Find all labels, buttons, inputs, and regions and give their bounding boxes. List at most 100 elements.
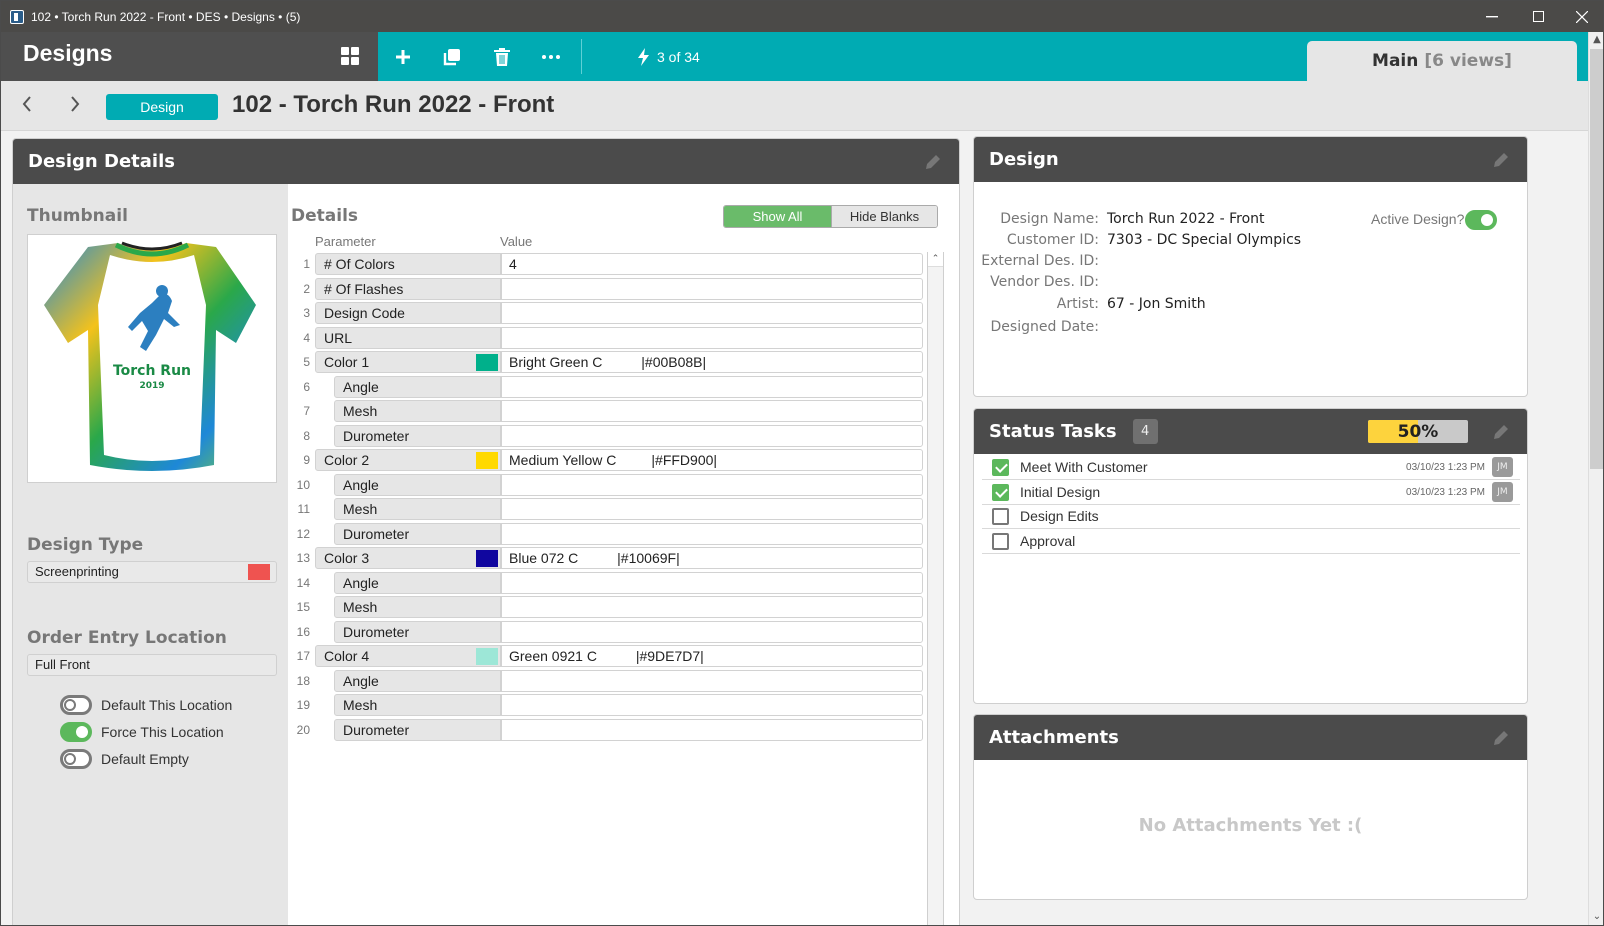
close-button[interactable] (1559, 1, 1603, 32)
design-field: Customer ID: 7303 - DC Special Olympics (974, 232, 1524, 252)
parameter-cell: Angle (334, 571, 501, 594)
value-cell[interactable]: Green 0921 C |#9DE7D7| (501, 645, 923, 667)
value-cell[interactable] (501, 571, 923, 594)
chevron-left-icon (22, 96, 31, 112)
maximize-button[interactable] (1515, 1, 1561, 32)
field-value[interactable]: 7303 - DC Special Olympics (1107, 232, 1301, 248)
panel-title: Design (989, 149, 1059, 170)
value-cell[interactable]: Medium Yellow C |#FFD900| (501, 449, 923, 471)
color-swatch (476, 550, 498, 567)
row-number: 6 (303, 379, 310, 394)
add-icon (396, 49, 410, 64)
table-row: 10 Angle (291, 473, 923, 498)
record-type-tag[interactable]: Design (106, 94, 218, 120)
app-logo-icon (10, 9, 24, 24)
value-cell[interactable] (501, 473, 923, 496)
user-avatar[interactable]: JM (1492, 457, 1513, 477)
value-cell[interactable] (501, 596, 923, 618)
parameter-cell: Color 4 (315, 645, 501, 667)
value-cell[interactable]: Bright Green C |#00B08B| (501, 351, 923, 373)
value-cell[interactable] (501, 277, 923, 300)
parameter-label: Durometer (343, 623, 410, 640)
module-title: Designs (23, 40, 113, 66)
force-this-location-label: Force This Location (101, 724, 224, 740)
value-cell[interactable] (501, 498, 923, 520)
task-checkbox[interactable] (992, 459, 1009, 476)
value-cell[interactable] (501, 620, 923, 643)
scrollbar-thumb[interactable] (1590, 49, 1603, 469)
value-cell[interactable]: Blue 072 C |#10069F| (501, 547, 923, 569)
show-all-button[interactable]: Show All (724, 206, 831, 227)
edit-pencil-icon[interactable] (1491, 422, 1511, 442)
table-row: 9 Color 2 Medium Yellow C |#FFD900| (291, 448, 923, 473)
user-avatar[interactable]: JM (1492, 481, 1513, 502)
scroll-up-icon[interactable]: ▲ (1589, 32, 1603, 48)
forward-button[interactable] (65, 93, 85, 118)
value-cell[interactable] (501, 718, 923, 741)
window-title: 102 • Torch Run 2022 - Front • DES • Des… (31, 9, 301, 24)
parameter-label: Mesh (343, 501, 378, 517)
table-row: 14 Angle (291, 571, 923, 596)
more-options-button[interactable] (531, 32, 571, 81)
value-cell[interactable] (501, 669, 923, 692)
hide-blanks-button[interactable]: Hide Blanks (831, 206, 937, 227)
field-value[interactable]: Torch Run 2022 - Front (1107, 211, 1265, 227)
table-row: 7 Mesh (291, 399, 923, 424)
active-design-toggle[interactable] (1465, 210, 1497, 230)
row-number: 3 (303, 306, 310, 320)
task-timestamp: 03/10/23 1:23 PM (1406, 462, 1485, 473)
grid-view-button[interactable] (341, 47, 359, 65)
order-entry-location-value: Full Front (35, 657, 90, 672)
value-cell[interactable] (501, 522, 923, 545)
parameter-label: Angle (343, 378, 379, 395)
task-checkbox[interactable] (992, 483, 1009, 501)
minimize-button[interactable] (1469, 1, 1515, 32)
scroll-down-icon[interactable]: ⌄ (1589, 909, 1603, 925)
parameter-cell: # Of Flashes (315, 277, 501, 300)
order-entry-location-field[interactable]: Full Front (27, 654, 277, 676)
back-button[interactable] (17, 93, 37, 118)
value-cell[interactable] (501, 694, 923, 716)
force-this-location-toggle[interactable] (60, 722, 92, 742)
details-scrollbar[interactable]: ⌃ (927, 252, 944, 925)
thumbnail-image[interactable]: Torch Run 2019 (27, 234, 277, 483)
field-value[interactable]: 67 - Jon Smith (1107, 296, 1206, 312)
page-scrollbar[interactable]: ▲ ⌄ (1588, 32, 1603, 925)
view-tab-main[interactable]: Main [6 views] (1307, 41, 1577, 81)
row-number: 17 (296, 649, 310, 663)
table-row: 12 Durometer (291, 522, 923, 547)
details-label: Details (291, 206, 359, 226)
value-cell[interactable] (501, 326, 923, 349)
field-label: Vendor Des. ID: (990, 274, 1099, 290)
default-empty-toggle[interactable] (60, 749, 92, 769)
table-row: 4 URL (291, 326, 923, 351)
value-cell[interactable] (501, 424, 923, 447)
value-cell[interactable] (501, 302, 923, 324)
value-cell[interactable] (501, 400, 923, 422)
grid-icon-cell (351, 47, 359, 55)
task-checkbox[interactable] (992, 532, 1009, 550)
edit-pencil-icon[interactable] (1491, 150, 1511, 170)
edit-pencil-icon[interactable] (923, 152, 943, 172)
toggle-knob (1481, 214, 1493, 226)
design-field: External Des. ID: (974, 253, 1524, 273)
add-button[interactable] (383, 32, 423, 81)
task-label: Meet With Customer (1020, 459, 1148, 475)
parameter-cell: Color 2 (315, 449, 501, 471)
edit-pencil-icon[interactable] (1491, 728, 1511, 748)
value-cell[interactable]: 4 (501, 253, 923, 275)
value-cell[interactable] (501, 375, 923, 398)
parameter-cell: Color 1 (315, 351, 501, 373)
grid-icon-cell (351, 57, 359, 65)
toolbar-divider (581, 39, 582, 74)
row-number: 2 (303, 281, 310, 296)
record-navigator[interactable]: 3 of 34 (638, 32, 700, 81)
close-icon (1576, 10, 1588, 23)
delete-button[interactable] (482, 32, 522, 81)
default-this-location-toggle[interactable] (60, 695, 92, 715)
task-checkbox[interactable] (992, 508, 1009, 525)
design-type-field[interactable]: Screenprinting (27, 561, 277, 583)
scroll-up-icon[interactable]: ⌃ (928, 252, 943, 267)
duplicate-button[interactable] (432, 32, 472, 81)
row-number: 5 (303, 355, 310, 369)
